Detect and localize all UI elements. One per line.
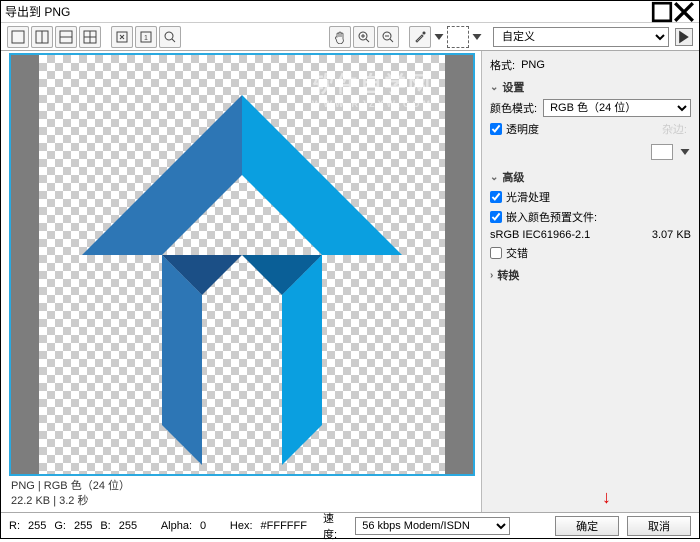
speed-dropdown[interactable]: 56 kbps Modem/ISDN [355,517,510,535]
matte-row [490,141,691,163]
embed-profile-checkbox[interactable] [490,211,502,223]
body: 软件自学网 WWW.RJZXW.COM PNG | RGB 色（24 位） 22… [1,51,699,512]
b-label: B: [100,520,110,532]
antialias-row: 光滑处理 [490,189,691,205]
zoom-out-button[interactable] [377,26,399,48]
layout-2up-v-button[interactable] [31,26,53,48]
zoom-tool-button[interactable] [159,26,181,48]
antialias-label: 光滑处理 [506,189,550,205]
preview-image [11,55,473,474]
svg-text:1: 1 [144,35,148,42]
window-title: 导出到 PNG [5,3,651,20]
export-png-dialog: 导出到 PNG 1 自定义 [0,0,700,539]
advanced-header[interactable]: ⌄ 高级 [490,169,691,185]
transform-header[interactable]: › 转换 [490,267,691,283]
zoom-actual-button[interactable]: 1 [135,26,157,48]
profile-info-row: sRGB IEC61966-2.1 3.07 KB [490,229,691,241]
eyedropper-menu-caret[interactable] [433,26,445,48]
cancel-button[interactable]: 取消 [627,516,691,536]
color-mode-dropdown[interactable]: RGB 色（24 位） [543,99,691,117]
zoom-fit-button[interactable] [111,26,133,48]
format-value: PNG [521,59,545,71]
preview-info: PNG | RGB 色（24 位） 22.2 KB | 3.2 秒 [9,476,475,508]
preview-pane: 软件自学网 WWW.RJZXW.COM PNG | RGB 色（24 位） 22… [1,51,481,512]
alpha-value: 0 [200,520,206,532]
chevron-down-icon: ⌄ [490,172,498,183]
preview-info-size: 22.2 KB | 3.2 秒 [11,494,473,508]
layout-4up-button[interactable] [79,26,101,48]
eyedropper-button[interactable] [409,26,431,48]
titlebar: 导出到 PNG [1,1,699,23]
matte-color-well[interactable] [651,144,673,160]
antialias-checkbox[interactable] [490,191,502,203]
format-row: 格式: PNG [490,57,691,73]
format-label: 格式: [490,57,515,73]
preset-play-button[interactable] [675,28,693,46]
layout-1up-button[interactable] [7,26,29,48]
ok-button[interactable]: 确定 [555,516,619,536]
interlace-row: 交错 [490,245,691,261]
speed-label: 速度: [323,510,347,542]
settings-header[interactable]: ⌄ 设置 [490,79,691,95]
preset-dropdown[interactable]: 自定义 [493,27,669,47]
interlace-label: 交错 [506,245,528,261]
footer: R:255 G:255 B:255 Alpha:0 Hex:#FFFFFF 速度… [1,512,699,538]
marquee-tool-button[interactable] [447,26,469,48]
maximize-button[interactable] [651,3,673,21]
color-mode-label: 颜色模式: [490,100,537,116]
chevron-right-icon: › [490,270,493,281]
layout-2up-h-button[interactable] [55,26,77,48]
g-label: G: [54,520,66,532]
transparency-checkbox[interactable] [490,123,502,135]
toolbar: 1 自定义 [1,23,699,51]
embed-profile-label: 嵌入颜色预置文件: [506,209,597,225]
r-value: 255 [28,520,46,532]
g-value: 255 [74,520,92,532]
matte-label: 杂边: [662,121,687,137]
preview-canvas[interactable]: 软件自学网 WWW.RJZXW.COM [9,53,475,476]
chevron-down-icon: ⌄ [490,82,498,93]
b-value: 255 [119,520,137,532]
hex-label: Hex: [230,520,253,532]
embed-profile-row: 嵌入颜色预置文件: [490,209,691,225]
settings-pane: 格式: PNG ⌄ 设置 颜色模式: RGB 色（24 位） 透明度 杂边: [481,51,699,512]
preview-info-format: PNG | RGB 色（24 位） [11,479,473,493]
profile-size: 3.07 KB [652,229,691,241]
interlace-checkbox[interactable] [490,247,502,259]
color-mode-row: 颜色模式: RGB 色（24 位） [490,99,691,117]
profile-name: sRGB IEC61966-2.1 [490,229,590,241]
hex-value: #FFFFFF [261,520,307,532]
marquee-menu-caret[interactable] [471,26,483,48]
alpha-label: Alpha: [161,520,192,532]
matte-menu-caret[interactable] [679,141,691,163]
r-label: R: [9,520,20,532]
zoom-in-button[interactable] [353,26,375,48]
close-button[interactable] [673,3,695,21]
transparency-row: 透明度 杂边: [490,121,691,137]
transparency-label: 透明度 [506,121,539,137]
hand-tool-button[interactable] [329,26,351,48]
